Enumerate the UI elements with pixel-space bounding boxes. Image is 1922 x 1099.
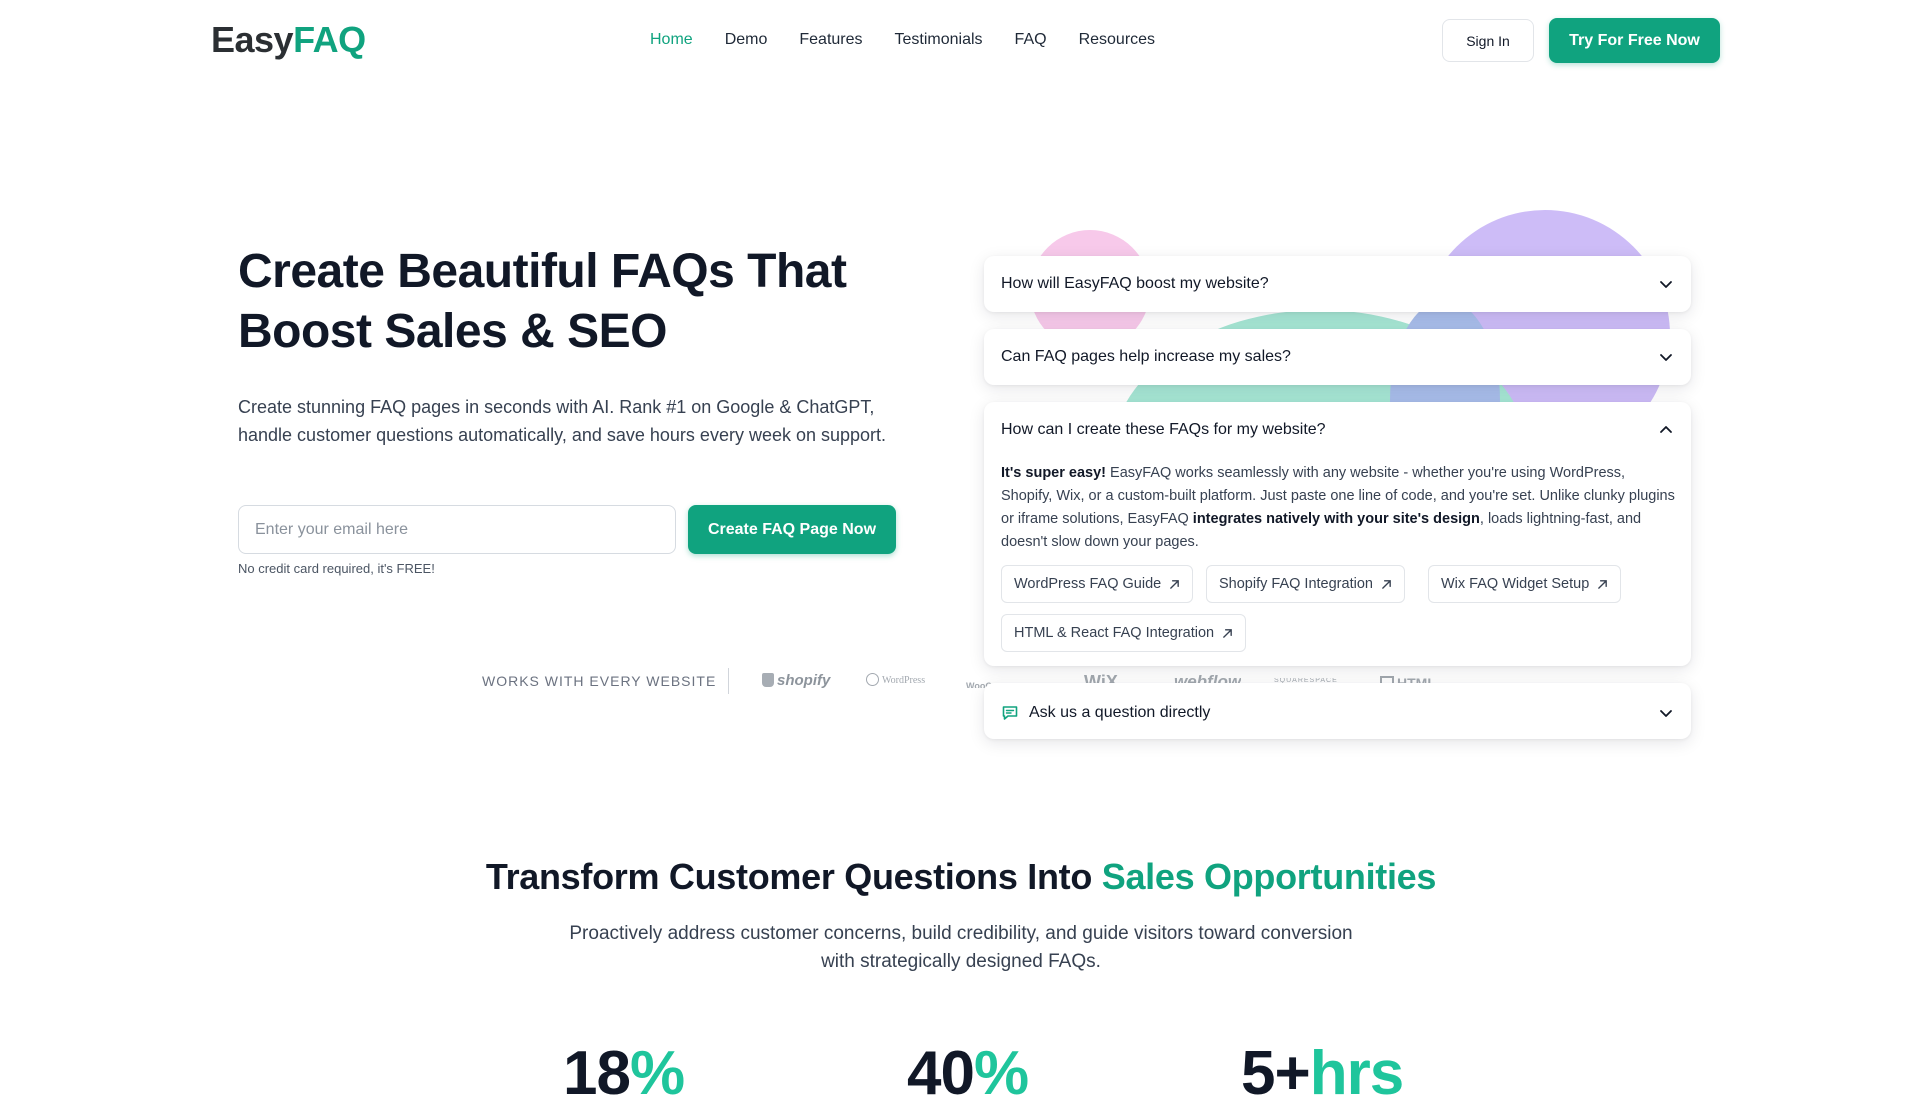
logo-text-faq: FAQ	[293, 19, 366, 60]
link-html-react-faq-integration[interactable]: HTML & React FAQ Integration	[1001, 614, 1247, 652]
shopify-bag-icon	[762, 673, 774, 687]
nav-link-resources[interactable]: Resources	[1079, 28, 1155, 52]
nav-link-faq[interactable]: FAQ	[1015, 28, 1047, 52]
faq-question: How can I create these FAQs for my websi…	[1001, 421, 1326, 438]
link-label: WordPress FAQ Guide	[1014, 576, 1162, 592]
webflow-logo: webflow	[1174, 672, 1242, 683]
shopify-logo-text: shopify	[777, 672, 831, 689]
faq-item-2[interactable]: Can FAQ pages help increase my sales?	[984, 329, 1691, 385]
email-input[interactable]	[238, 505, 676, 554]
section-subtitle: Proactively address customer concerns, b…	[569, 923, 1353, 972]
faq-question: Can FAQ pages help increase my sales?	[1001, 348, 1291, 365]
section-title: Transform Customer Questions Into Sales …	[0, 853, 1922, 901]
hero-subtitle: Create stunning FAQ pages in seconds wit…	[238, 397, 887, 445]
chevron-up-icon[interactable]	[1658, 422, 1674, 438]
chevron-down-icon[interactable]	[1658, 349, 1674, 365]
nav-link-testimonials[interactable]: Testimonials	[895, 28, 983, 52]
faq-item-2-header[interactable]: Can FAQ pages help increase my sales?	[1001, 345, 1674, 369]
link-label: Shopify FAQ Integration	[1219, 576, 1373, 592]
works-with-divider	[728, 668, 729, 694]
hero-title-line2: Boost Sales & SEO	[238, 305, 667, 358]
works-with-label: WORKS WITH EVERY WEBSITE	[482, 673, 717, 689]
stat-number: 18	[563, 1039, 631, 1099]
external-arrow-icon	[1382, 579, 1391, 589]
sign-in-button[interactable]: Sign In	[1442, 19, 1534, 62]
faq-answer: It's super easy! EasyFAQ works seamlessl…	[1001, 462, 1676, 554]
stat-1: 18%	[563, 1038, 685, 1099]
link-label: HTML & React FAQ Integration	[1014, 625, 1215, 641]
hero-title-line1: Create Beautiful FAQs That	[238, 245, 847, 298]
html-logo: HTML	[1380, 673, 1436, 683]
main-nav: Home Demo Features Testimonials FAQ Reso…	[650, 28, 1155, 52]
faq-item-1-header[interactable]: How will EasyFAQ boost my website?	[1001, 272, 1674, 296]
ask-question-label: Ask us a question directly	[1029, 704, 1211, 721]
hero-title: Create Beautiful FAQs That Boost Sales &…	[238, 242, 878, 362]
wordpress-logo-text: WordPress	[882, 675, 926, 686]
nav-link-demo[interactable]: Demo	[725, 28, 768, 52]
section-title-accent: Sales Opportunities	[1101, 856, 1437, 897]
wordpress-circle-icon	[866, 673, 879, 686]
ask-question-header[interactable]: Ask us a question directly	[1001, 701, 1674, 725]
chevron-down-icon[interactable]	[1658, 705, 1674, 721]
answer-lead: It's super easy!	[1001, 465, 1106, 481]
chevron-down-icon[interactable]	[1658, 276, 1674, 292]
stat-2: 40%	[907, 1038, 1029, 1099]
nav-link-home[interactable]: Home	[650, 28, 693, 52]
link-shopify-faq-integration[interactable]: Shopify FAQ Integration	[1206, 565, 1405, 603]
external-arrow-icon	[1598, 579, 1608, 589]
try-free-button[interactable]: Try For Free Now	[1549, 18, 1720, 63]
faq-item-3-expanded[interactable]: How can I create these FAQs for my websi…	[984, 402, 1691, 666]
stat-unit: %	[973, 1039, 1029, 1099]
link-wordpress-faq-guide[interactable]: WordPress FAQ Guide	[1001, 565, 1194, 603]
faq-question: How will EasyFAQ boost my website?	[1001, 275, 1269, 292]
link-wix-faq-widget-setup[interactable]: Wix FAQ Widget Setup	[1428, 565, 1622, 603]
logo-text-easy: Easy	[211, 19, 294, 60]
ask-question-card[interactable]: Ask us a question directly	[984, 683, 1691, 739]
faq-item-3-header[interactable]: How can I create these FAQs for my websi…	[1001, 418, 1674, 442]
stat-unit: %	[629, 1039, 685, 1099]
no-credit-card-note: No credit card required, it's FREE!	[238, 561, 435, 576]
faq-item-1[interactable]: How will EasyFAQ boost my website?	[984, 256, 1691, 312]
html-logo-text: HTML	[1397, 675, 1436, 683]
site-header: EasyFAQ Home Demo Features Testimonials …	[0, 0, 1922, 80]
brand-logo[interactable]: EasyFAQ	[211, 18, 366, 62]
external-arrow-icon	[1170, 579, 1180, 589]
html-shield-icon	[1380, 676, 1394, 683]
link-label: Wix FAQ Widget Setup	[1441, 576, 1590, 592]
shopify-logo: shopify	[762, 671, 830, 691]
wix-logo: WiX	[1084, 672, 1118, 683]
external-arrow-icon	[1223, 628, 1232, 638]
chat-bubble-icon	[1002, 706, 1018, 720]
create-faq-button[interactable]: Create FAQ Page Now	[688, 505, 896, 554]
wordpress-logo: WordPress	[866, 671, 925, 691]
stat-number: 40	[907, 1039, 975, 1099]
stat-3: 5+hrs	[1241, 1038, 1404, 1099]
answer-highlight: integrates natively with your site's des…	[1192, 511, 1480, 527]
stat-unit: hrs	[1309, 1039, 1404, 1099]
stat-number: 5+	[1241, 1039, 1311, 1099]
nav-link-features[interactable]: Features	[799, 28, 862, 52]
section-title-plain: Transform Customer Questions Into	[485, 856, 1102, 897]
